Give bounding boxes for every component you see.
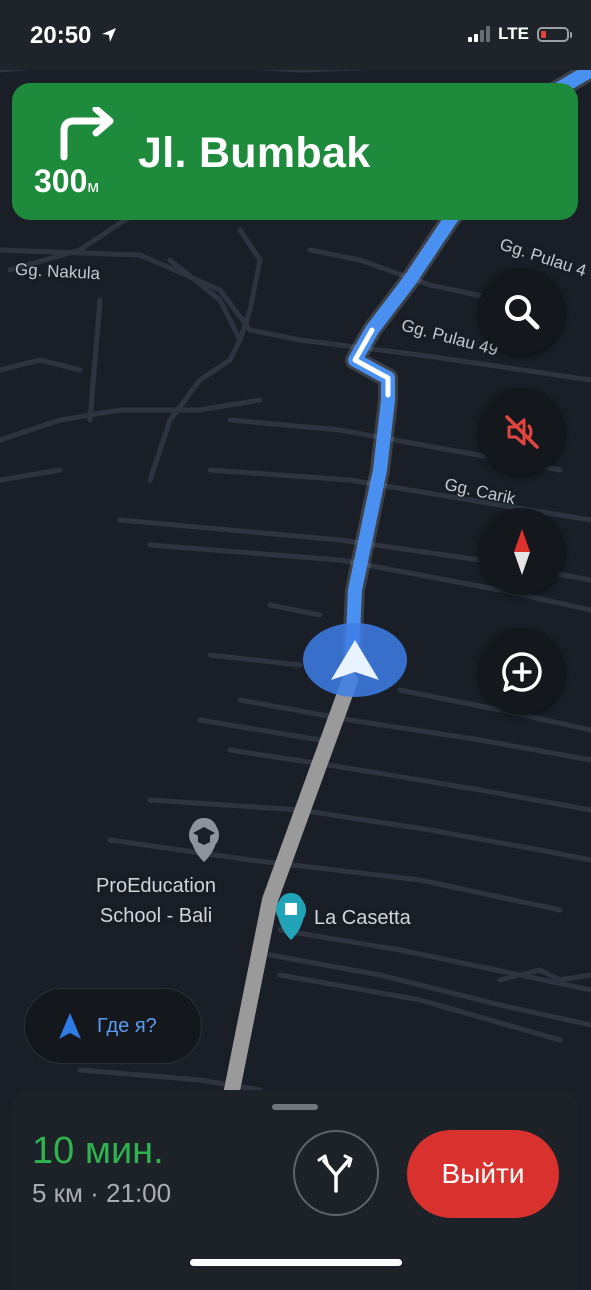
turn-distance: 300м [34, 163, 100, 199]
network-label: LTE [498, 24, 529, 43]
status-bar: 20:50 LTE [0, 0, 591, 70]
eta-minutes: 10 мин. [32, 1130, 164, 1172]
battery-icon [537, 26, 572, 42]
search-button[interactable] [478, 268, 565, 355]
poi-label-la-casetta[interactable]: La Casetta [314, 903, 411, 933]
add-report-icon [501, 651, 542, 692]
where-am-i-label: Где я? [97, 1014, 157, 1037]
home-indicator[interactable] [190, 1259, 402, 1266]
exit-navigation-button[interactable]: Выйти [407, 1130, 559, 1218]
alternative-routes-button[interactable] [293, 1130, 379, 1216]
compass-icon [513, 528, 530, 575]
add-report-button[interactable] [478, 628, 565, 715]
trip-distance-arrival: 5 км · 21:00 [32, 1178, 172, 1208]
where-am-i-button[interactable]: Где я? [24, 988, 202, 1064]
navigation-arrow-icon [59, 1013, 81, 1039]
turn-right-arrow-icon [60, 107, 114, 161]
drag-handle[interactable] [272, 1104, 318, 1110]
search-icon [504, 294, 539, 329]
status-time: 20:50 [30, 22, 92, 49]
next-street-name: Jl. Bumbak [138, 129, 371, 177]
signal-icon [468, 26, 491, 42]
compass-button[interactable] [478, 508, 565, 595]
status-indicators: LTE [468, 24, 572, 44]
poi-label-school[interactable]: ProEducation School - Bali [80, 871, 232, 931]
sound-off-icon [504, 414, 539, 449]
mute-button[interactable] [478, 388, 565, 475]
location-arrow-icon [102, 28, 116, 42]
navigation-banner[interactable]: 300м Jl. Bumbak [12, 83, 578, 220]
route-fork-icon [317, 1154, 353, 1193]
